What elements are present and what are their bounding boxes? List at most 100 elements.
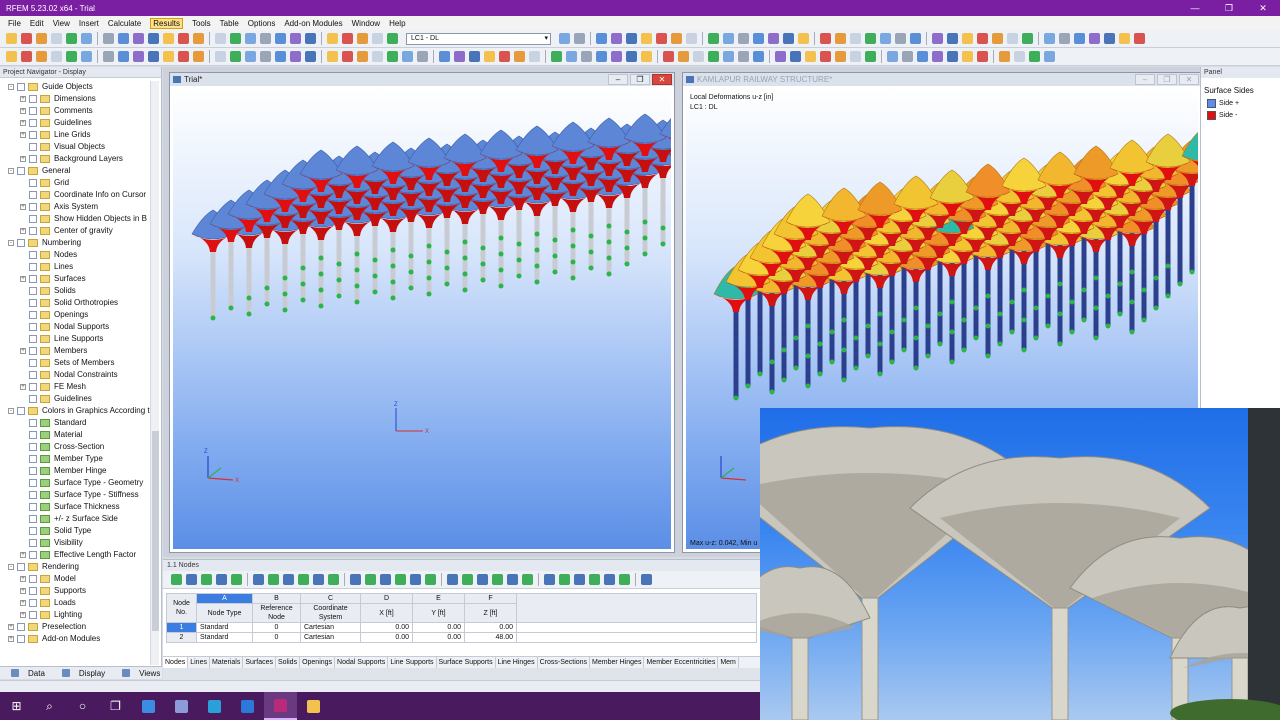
toolbar-button-icon[interactable] [1074, 33, 1085, 44]
table-tab-nodes[interactable]: Nodes [163, 657, 189, 668]
table-toolbar-button-icon[interactable] [216, 574, 227, 585]
table-tab-materials[interactable]: Materials [210, 657, 244, 668]
toolbar-button-icon[interactable] [1119, 33, 1130, 44]
menu-insert[interactable]: Insert [79, 19, 99, 28]
checkbox[interactable] [29, 215, 37, 223]
toolbar-button-icon[interactable] [529, 51, 540, 62]
tree-item-cross-section[interactable]: Cross-Section [0, 441, 150, 453]
toolbar-button-icon[interactable] [641, 51, 652, 62]
toolbar-button-icon[interactable] [193, 51, 204, 62]
table-toolbar-button-icon[interactable] [253, 574, 264, 585]
cell-no[interactable]: 1 [166, 622, 197, 633]
tree-item-axis-system[interactable]: + Axis System [0, 201, 150, 213]
toolbar-button-icon[interactable] [215, 51, 226, 62]
checkbox[interactable] [29, 515, 37, 523]
toolbar-button-icon[interactable] [439, 51, 450, 62]
checkbox[interactable] [29, 467, 37, 475]
toolbar-button-icon[interactable] [641, 33, 652, 44]
checkbox[interactable] [29, 575, 37, 583]
toolbar-button-icon[interactable] [723, 33, 734, 44]
checkbox[interactable] [29, 587, 37, 595]
menu-file[interactable]: File [8, 19, 21, 28]
col-letter-b[interactable]: B [252, 593, 301, 604]
expand-icon[interactable]: + [20, 96, 26, 102]
toolbar-button-icon[interactable] [133, 51, 144, 62]
toolbar-button-icon[interactable] [850, 33, 861, 44]
toolbar-button-icon[interactable] [887, 51, 898, 62]
window-titlebar-kamlapur[interactable]: KAMLAPUR RAILWAY STRUCTURE* – ❐ ✕ [683, 73, 1201, 86]
toolbar-button-icon[interactable] [962, 51, 973, 62]
cell-coord[interactable]: Cartesian [300, 632, 361, 643]
toolbar-button-icon[interactable] [559, 33, 570, 44]
checkbox[interactable] [29, 131, 37, 139]
cell-no[interactable]: 2 [166, 632, 197, 643]
minimize-icon[interactable]: – [1135, 74, 1155, 85]
toolbar-button-icon[interactable] [708, 33, 719, 44]
checkbox[interactable] [29, 107, 37, 115]
table-tab-cross-sections[interactable]: Cross-Sections [538, 657, 591, 668]
tree-item-grid[interactable]: Grid [0, 177, 150, 189]
toolbar-button-icon[interactable] [1044, 51, 1055, 62]
checkbox[interactable] [29, 479, 37, 487]
table-toolbar-button-icon[interactable] [283, 574, 294, 585]
toolbar-button-icon[interactable] [775, 51, 786, 62]
toolbar-button-icon[interactable] [342, 51, 353, 62]
table-toolbar-button-icon[interactable] [477, 574, 488, 585]
toolbar-button-icon[interactable] [81, 33, 92, 44]
tree-item-general[interactable]: - General [0, 165, 150, 177]
checkbox[interactable] [29, 323, 37, 331]
checkbox[interactable] [29, 551, 37, 559]
toolbar-button-icon[interactable] [230, 33, 241, 44]
checkbox[interactable] [29, 443, 37, 451]
checkbox[interactable] [29, 527, 37, 535]
checkbox[interactable] [29, 431, 37, 439]
cell-type[interactable]: Standard [196, 622, 253, 633]
toolbar-button-icon[interactable] [1134, 33, 1145, 44]
table-row[interactable]: 1 Standard 0 Cartesian 0.00 0.00 0.00 [166, 622, 757, 633]
toolbar-button-icon[interactable] [245, 33, 256, 44]
menu-options[interactable]: Options [248, 19, 276, 28]
checkbox[interactable] [29, 143, 37, 151]
tree-item-fe-mesh[interactable]: + FE Mesh [0, 381, 150, 393]
checkbox[interactable] [29, 275, 37, 283]
col-letter-e[interactable]: E [412, 593, 465, 604]
table-tab-lines[interactable]: Lines [188, 657, 210, 668]
checkbox[interactable] [17, 563, 25, 571]
toolbar-button-icon[interactable] [656, 33, 667, 44]
toolbar-button-icon[interactable] [678, 51, 689, 62]
toolbar-button-icon[interactable] [850, 51, 861, 62]
collapse-icon[interactable]: - [8, 240, 14, 246]
toolbar-button-icon[interactable] [133, 33, 144, 44]
table-tab-member-hinges[interactable]: Member Hinges [590, 657, 645, 668]
nav-tab-data[interactable]: Data [4, 669, 51, 678]
cell-ref[interactable]: 0 [252, 622, 301, 633]
table-toolbar-button-icon[interactable] [619, 574, 630, 585]
checkbox[interactable] [29, 503, 37, 511]
toolbar-button-icon[interactable] [327, 51, 338, 62]
checkbox[interactable] [17, 407, 25, 415]
table-toolbar-button-icon[interactable] [589, 574, 600, 585]
toolbar-button-icon[interactable] [566, 51, 577, 62]
tree-item-visibility[interactable]: Visibility [0, 537, 150, 549]
edge-icon[interactable] [198, 692, 231, 720]
toolbar-button-icon[interactable] [865, 33, 876, 44]
cell-ref[interactable]: 0 [252, 632, 301, 643]
toolbar-button-icon[interactable] [163, 51, 174, 62]
tree-item-comments[interactable]: + Comments [0, 105, 150, 117]
toolbar-button-icon[interactable] [103, 33, 114, 44]
tree-item-solids[interactable]: Solids [0, 285, 150, 297]
checkbox[interactable] [29, 491, 37, 499]
checkbox[interactable] [29, 419, 37, 427]
toolbar-button-icon[interactable] [305, 33, 316, 44]
checkbox[interactable] [29, 263, 37, 271]
expand-icon[interactable]: + [8, 624, 14, 630]
toolbar-button-icon[interactable] [290, 51, 301, 62]
menu-add-on-modules[interactable]: Add-on Modules [284, 19, 342, 28]
tree-item-nodal-supports[interactable]: Nodal Supports [0, 321, 150, 333]
checkbox[interactable] [29, 539, 37, 547]
expand-icon[interactable]: + [20, 276, 26, 282]
cell-coord[interactable]: Cartesian [300, 622, 361, 633]
restore-icon[interactable]: ❐ [1157, 74, 1177, 85]
tree-item-visual-objects[interactable]: Visual Objects [0, 141, 150, 153]
tree-item-surface-thickness[interactable]: Surface Thickness [0, 501, 150, 513]
